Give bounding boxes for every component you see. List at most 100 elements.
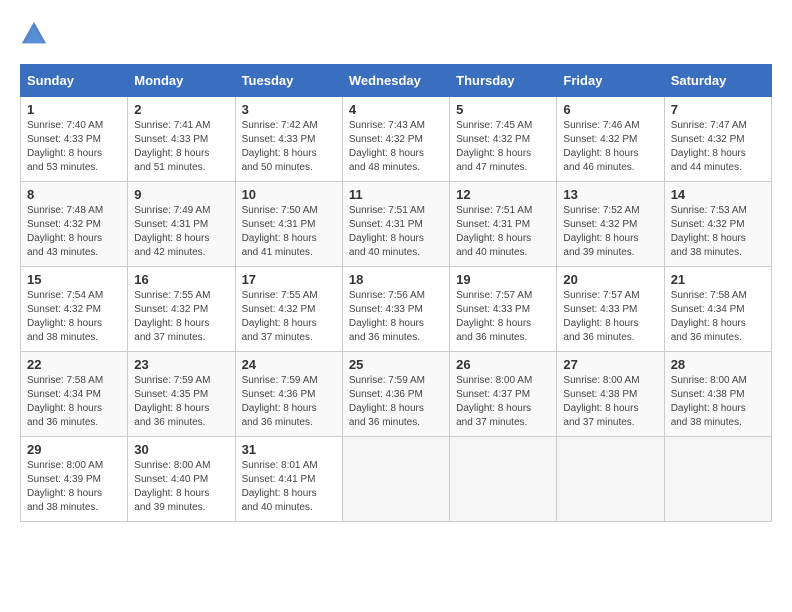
calendar-week-2: 8 Sunrise: 7:48 AMSunset: 4:32 PMDaylight… [21, 182, 772, 267]
day-info: Sunrise: 7:59 AMSunset: 4:36 PMDaylight:… [349, 375, 425, 428]
day-number: 17 [242, 272, 336, 287]
day-info: Sunrise: 7:55 AMSunset: 4:32 PMDaylight:… [242, 290, 318, 343]
calendar-cell [342, 437, 449, 522]
day-number: 8 [27, 187, 121, 202]
calendar-week-3: 15 Sunrise: 7:54 AMSunset: 4:32 PMDayligh… [21, 267, 772, 352]
calendar-cell: 3Sunrise: 7:42 AMSunset: 4:33 PMDaylight… [235, 97, 342, 182]
calendar-cell: 1 Sunrise: 7:40 AMSunset: 4:33 PMDaylight… [21, 97, 128, 182]
day-number: 28 [671, 357, 765, 372]
calendar-cell: 4 Sunrise: 7:43 AMSunset: 4:32 PMDaylight… [342, 97, 449, 182]
day-number: 7 [671, 102, 765, 117]
day-info: Sunrise: 7:45 AMSunset: 4:32 PMDaylight:… [456, 120, 532, 173]
logo [20, 20, 52, 48]
day-number: 11 [349, 187, 443, 202]
calendar-cell: 23 Sunrise: 7:59 AMSunset: 4:35 PMDayligh… [128, 352, 235, 437]
day-number: 25 [349, 357, 443, 372]
day-number: 20 [563, 272, 657, 287]
logo-icon [20, 20, 48, 48]
day-info: Sunrise: 7:54 AMSunset: 4:32 PMDaylight:… [27, 290, 103, 343]
calendar-cell [664, 437, 771, 522]
day-info: Sunrise: 7:48 AMSunset: 4:32 PMDaylight:… [27, 205, 103, 258]
day-number: 13 [563, 187, 657, 202]
calendar-week-5: 29 Sunrise: 8:00 AMSunset: 4:39 PMDayligh… [21, 437, 772, 522]
day-number: 2 [134, 102, 228, 117]
day-info: Sunrise: 7:43 AMSunset: 4:32 PMDaylight:… [349, 120, 425, 173]
calendar-week-4: 22 Sunrise: 7:58 AMSunset: 4:34 PMDayligh… [21, 352, 772, 437]
day-info: Sunrise: 7:58 AMSunset: 4:34 PMDaylight:… [27, 375, 103, 428]
day-number: 29 [27, 442, 121, 457]
calendar-cell: 25 Sunrise: 7:59 AMSunset: 4:36 PMDayligh… [342, 352, 449, 437]
weekday-header-monday: Monday [128, 65, 235, 97]
day-info: Sunrise: 7:47 AMSunset: 4:32 PMDaylight:… [671, 120, 747, 173]
calendar-cell: 11 Sunrise: 7:51 AMSunset: 4:31 PMDayligh… [342, 182, 449, 267]
calendar-cell: 15 Sunrise: 7:54 AMSunset: 4:32 PMDayligh… [21, 267, 128, 352]
calendar-cell: 12 Sunrise: 7:51 AMSunset: 4:31 PMDayligh… [450, 182, 557, 267]
day-number: 15 [27, 272, 121, 287]
weekday-header-friday: Friday [557, 65, 664, 97]
day-number: 18 [349, 272, 443, 287]
calendar-cell: 7 Sunrise: 7:47 AMSunset: 4:32 PMDaylight… [664, 97, 771, 182]
calendar-cell: 2 Sunrise: 7:41 AMSunset: 4:33 PMDaylight… [128, 97, 235, 182]
day-info: Sunrise: 7:56 AMSunset: 4:33 PMDaylight:… [349, 290, 425, 343]
day-info: Sunrise: 7:50 AMSunset: 4:31 PMDaylight:… [242, 205, 318, 258]
day-info: Sunrise: 8:00 AMSunset: 4:37 PMDaylight:… [456, 375, 532, 428]
calendar-cell: 28 Sunrise: 8:00 AMSunset: 4:38 PMDayligh… [664, 352, 771, 437]
calendar-cell: 16 Sunrise: 7:55 AMSunset: 4:32 PMDayligh… [128, 267, 235, 352]
day-number: 6 [563, 102, 657, 117]
day-number: 22 [27, 357, 121, 372]
day-number: 19 [456, 272, 550, 287]
calendar-cell: 22 Sunrise: 7:58 AMSunset: 4:34 PMDayligh… [21, 352, 128, 437]
calendar-cell: 14 Sunrise: 7:53 AMSunset: 4:32 PMDayligh… [664, 182, 771, 267]
calendar-cell: 24 Sunrise: 7:59 AMSunset: 4:36 PMDayligh… [235, 352, 342, 437]
day-number: 16 [134, 272, 228, 287]
weekday-header-thursday: Thursday [450, 65, 557, 97]
day-info: Sunrise: 7:51 AMSunset: 4:31 PMDaylight:… [349, 205, 425, 258]
calendar-cell: 30Sunrise: 8:00 AMSunset: 4:40 PMDayligh… [128, 437, 235, 522]
day-info: Sunrise: 7:49 AMSunset: 4:31 PMDaylight:… [134, 205, 210, 258]
day-info: Sunrise: 7:41 AMSunset: 4:33 PMDaylight:… [134, 120, 210, 173]
calendar-cell: 29 Sunrise: 8:00 AMSunset: 4:39 PMDayligh… [21, 437, 128, 522]
calendar-cell: 10 Sunrise: 7:50 AMSunset: 4:31 PMDayligh… [235, 182, 342, 267]
calendar-cell: 9Sunrise: 7:49 AMSunset: 4:31 PMDaylight… [128, 182, 235, 267]
calendar-cell: 17 Sunrise: 7:55 AMSunset: 4:32 PMDayligh… [235, 267, 342, 352]
day-number: 23 [134, 357, 228, 372]
calendar-cell: 18 Sunrise: 7:56 AMSunset: 4:33 PMDayligh… [342, 267, 449, 352]
day-info: Sunrise: 7:52 AMSunset: 4:32 PMDaylight:… [563, 205, 639, 258]
header [20, 20, 772, 48]
calendar-cell: 27Sunrise: 8:00 AMSunset: 4:38 PMDayligh… [557, 352, 664, 437]
day-info: Sunrise: 7:59 AMSunset: 4:35 PMDaylight:… [134, 375, 210, 428]
day-info: Sunrise: 8:00 AMSunset: 4:39 PMDaylight:… [27, 460, 103, 513]
day-info: Sunrise: 8:00 AMSunset: 4:38 PMDaylight:… [671, 375, 747, 428]
calendar-cell: 19 Sunrise: 7:57 AMSunset: 4:33 PMDayligh… [450, 267, 557, 352]
calendar-cell: 20 Sunrise: 7:57 AMSunset: 4:33 PMDayligh… [557, 267, 664, 352]
weekday-header-wednesday: Wednesday [342, 65, 449, 97]
day-info: Sunrise: 7:59 AMSunset: 4:36 PMDaylight:… [242, 375, 318, 428]
day-info: Sunrise: 8:00 AMSunset: 4:40 PMDaylight:… [134, 460, 210, 513]
weekday-header-saturday: Saturday [664, 65, 771, 97]
day-info: Sunrise: 7:53 AMSunset: 4:32 PMDaylight:… [671, 205, 747, 258]
day-number: 14 [671, 187, 765, 202]
day-info: Sunrise: 8:01 AMSunset: 4:41 PMDaylight:… [242, 460, 318, 513]
day-info: Sunrise: 7:55 AMSunset: 4:32 PMDaylight:… [134, 290, 210, 343]
day-number: 3 [242, 102, 336, 117]
day-number: 24 [242, 357, 336, 372]
calendar-cell [450, 437, 557, 522]
day-number: 21 [671, 272, 765, 287]
day-number: 1 [27, 102, 121, 117]
calendar-cell: 8 Sunrise: 7:48 AMSunset: 4:32 PMDaylight… [21, 182, 128, 267]
day-number: 10 [242, 187, 336, 202]
weekday-header-row: SundayMondayTuesdayWednesdayThursdayFrid… [21, 65, 772, 97]
day-info: Sunrise: 7:57 AMSunset: 4:33 PMDaylight:… [456, 290, 532, 343]
day-info: Sunrise: 7:40 AMSunset: 4:33 PMDaylight:… [27, 120, 103, 173]
day-info: Sunrise: 7:46 AMSunset: 4:32 PMDaylight:… [563, 120, 639, 173]
calendar-cell: 26 Sunrise: 8:00 AMSunset: 4:37 PMDayligh… [450, 352, 557, 437]
day-number: 26 [456, 357, 550, 372]
day-info: Sunrise: 7:51 AMSunset: 4:31 PMDaylight:… [456, 205, 532, 258]
day-number: 4 [349, 102, 443, 117]
day-info: Sunrise: 7:57 AMSunset: 4:33 PMDaylight:… [563, 290, 639, 343]
calendar-table: SundayMondayTuesdayWednesdayThursdayFrid… [20, 64, 772, 522]
day-number: 5 [456, 102, 550, 117]
calendar-cell: 6 Sunrise: 7:46 AMSunset: 4:32 PMDaylight… [557, 97, 664, 182]
day-number: 12 [456, 187, 550, 202]
calendar-cell: 13 Sunrise: 7:52 AMSunset: 4:32 PMDayligh… [557, 182, 664, 267]
